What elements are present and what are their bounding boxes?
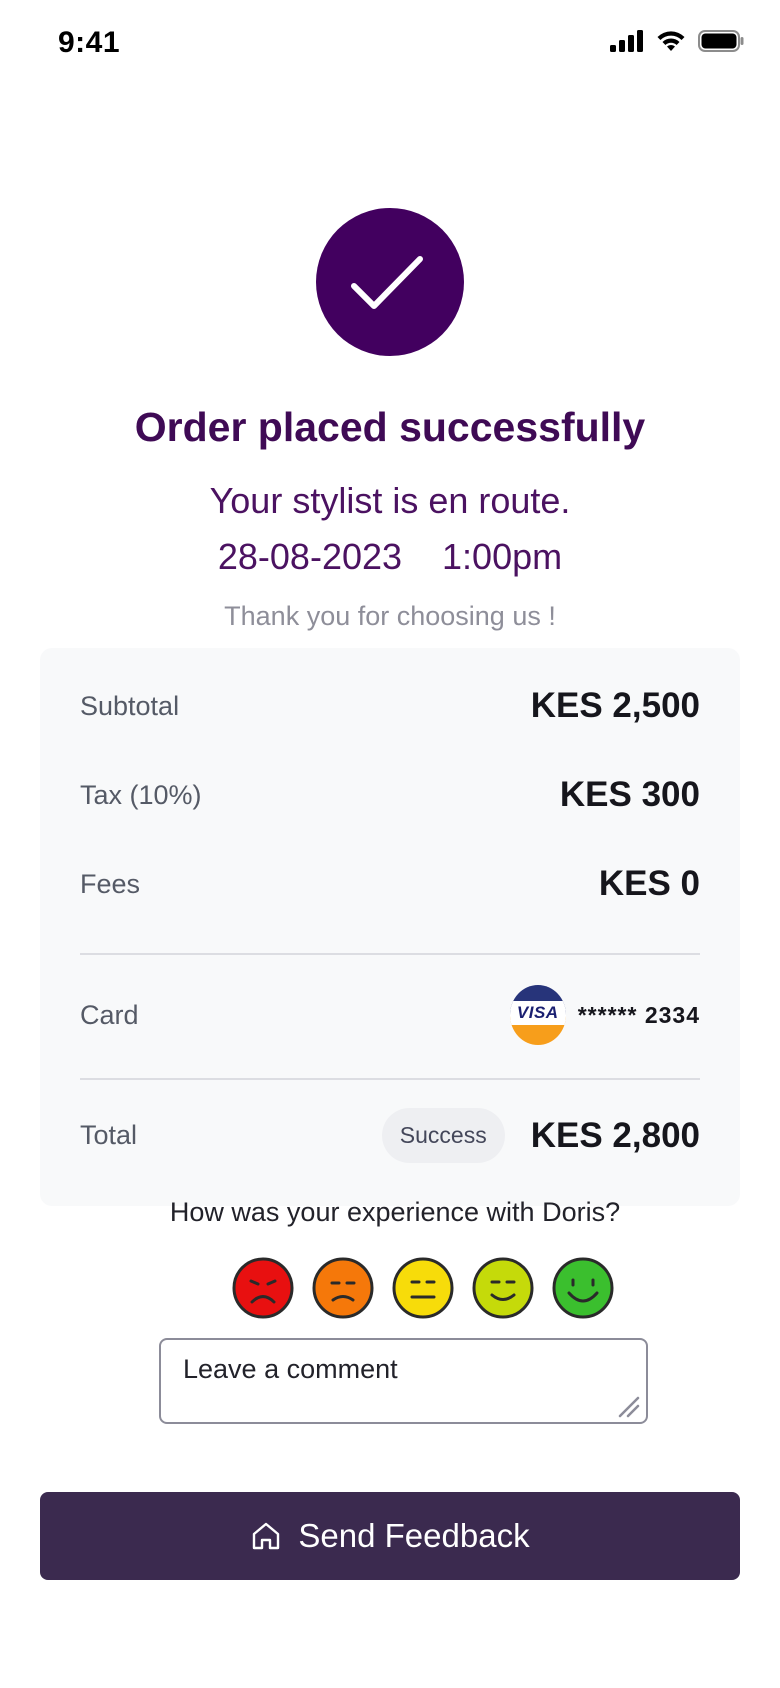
fees-row: Fees KES 0 [80, 864, 700, 904]
page-title: Order placed successfully [134, 404, 646, 450]
status-badge: Success [381, 1108, 505, 1163]
rating-faces [232, 1257, 614, 1319]
rating-question: How was your experience with Doris? [169, 1197, 621, 1227]
appointment-time: 1:00pm [442, 536, 563, 577]
very-happy-face-icon[interactable] [552, 1257, 614, 1319]
card-brand: VISA [509, 1001, 566, 1025]
send-feedback-label: Send Feedback [298, 1517, 530, 1554]
order-success-screen: 9:41 Order placed successfully Your styl… [0, 0, 780, 1688]
very-sad-face-icon[interactable] [232, 1257, 294, 1319]
total-value: KES 2,800 [530, 1115, 700, 1155]
status-message: Your stylist is en route. [209, 480, 571, 521]
masked-card-number: ****** 2334 [577, 1001, 700, 1028]
thank-you-message: Thank you for choosing us ! [224, 601, 556, 631]
order-summary-card: Subtotal KES 2,500 Tax (10%) KES 300 Fee… [40, 648, 740, 1206]
comment-field[interactable] [159, 1338, 648, 1424]
fees-value: KES 0 [598, 864, 700, 903]
tax-value: KES 300 [559, 775, 700, 814]
subtotal-label: Subtotal [80, 690, 180, 721]
status-icons [610, 30, 744, 52]
card-row: Card VISA ****** 2334 [80, 985, 700, 1045]
subtotal-row: Subtotal KES 2,500 [80, 686, 700, 726]
checkmark-icon [351, 256, 423, 309]
subtotal-value: KES 2,500 [530, 686, 700, 725]
appointment-datetime: 28-08-2023 1:00pm [0, 536, 780, 578]
tax-label: Tax (10%) [80, 779, 202, 810]
wifi-icon [657, 31, 685, 51]
happy-face-icon[interactable] [472, 1257, 534, 1319]
divider [80, 953, 700, 955]
success-badge [316, 208, 464, 356]
signal-icon [610, 30, 643, 52]
status-time: 9:41 [58, 26, 121, 59]
card-label: Card [80, 999, 139, 1030]
status-bar: 9:41 [0, 0, 780, 90]
visa-icon: VISA [509, 985, 566, 1045]
home-icon [253, 1522, 280, 1550]
comment-input[interactable] [183, 1354, 624, 1408]
appointment-date: 28-08-2023 [217, 536, 403, 577]
total-row: Total Success KES 2,800 [80, 1108, 700, 1163]
tax-row: Tax (10%) KES 300 [80, 775, 700, 815]
battery-icon [698, 30, 744, 52]
neutral-face-icon[interactable] [392, 1257, 454, 1319]
total-label: Total [80, 1120, 138, 1150]
payment-method: VISA ****** 2334 [509, 985, 700, 1045]
sad-face-icon[interactable] [312, 1257, 374, 1319]
total-right: Success KES 2,800 [381, 1108, 700, 1163]
divider [80, 1078, 700, 1080]
send-feedback-button[interactable]: Send Feedback [40, 1492, 740, 1580]
fees-label: Fees [80, 868, 141, 899]
resize-handle-icon[interactable] [616, 1394, 640, 1418]
